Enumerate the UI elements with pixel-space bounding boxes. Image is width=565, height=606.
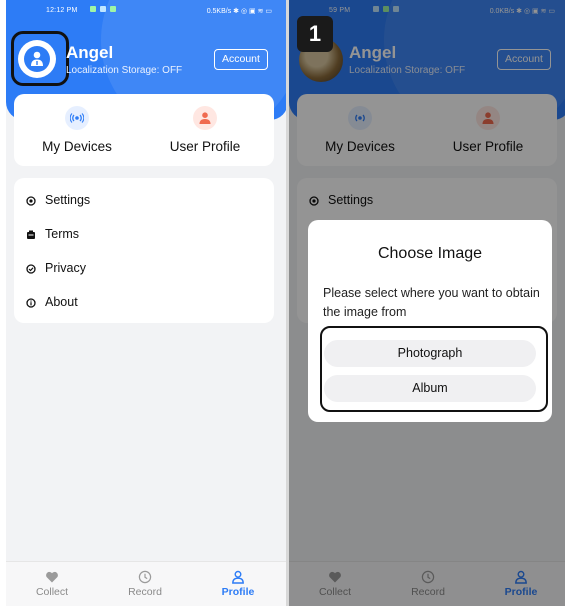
menu-item-label: Privacy xyxy=(45,261,86,275)
nav-tab-label: Profile xyxy=(221,586,255,598)
notification-icons xyxy=(90,6,120,14)
user-profile-button[interactable]: User Profile xyxy=(150,106,260,154)
clock-icon xyxy=(138,570,152,584)
storage-status: Localization Storage: OFF xyxy=(66,65,183,76)
my-devices-label: My Devices xyxy=(42,139,112,154)
step-badge: 1 xyxy=(297,16,333,52)
nav-tab-label: Collect xyxy=(35,586,69,598)
quick-actions-card: My Devices User Profile xyxy=(14,94,274,166)
choose-image-dialog: Choose Image Please select where you wan… xyxy=(308,220,552,422)
user-profile-label: User Profile xyxy=(169,139,241,154)
my-devices-button[interactable]: My Devices xyxy=(22,106,132,154)
photograph-button[interactable]: Photograph xyxy=(324,340,536,367)
user-icon xyxy=(231,570,245,584)
heart-icon xyxy=(45,570,59,584)
terms-icon xyxy=(27,230,35,239)
album-button[interactable]: Album xyxy=(324,375,536,402)
menu-item-label: Settings xyxy=(45,193,91,207)
status-bar: 12:12 PM 0.5KB/s ✱ ◎ ▣ ≋ ▭ xyxy=(6,0,288,22)
dialog-title: Choose Image xyxy=(377,245,483,262)
nav-tab-profile[interactable]: Profile xyxy=(208,570,268,598)
menu-card: Settings Terms Privacy About xyxy=(14,178,274,323)
person-icon xyxy=(193,106,217,130)
nav-tab-collect[interactable]: Collect xyxy=(22,570,82,598)
profile-screen-with-dialog: 59 PM 0.0KB/s ✱ ◎ ▣ ≋ ▭ Angel Localizati… xyxy=(289,0,565,606)
menu-item-label: About xyxy=(45,295,78,309)
menu-item-label: Terms xyxy=(45,227,80,241)
user-name: Angel xyxy=(66,43,114,62)
settings-icon xyxy=(26,196,36,206)
broadcast-icon xyxy=(65,106,89,130)
nav-tab-label: Record xyxy=(128,586,162,598)
avatar-highlight xyxy=(11,31,69,86)
profile-screen: 12:12 PM 0.5KB/s ✱ ◎ ▣ ≋ ▭ Angel Localiz… xyxy=(6,0,288,606)
status-time: 12:12 PM xyxy=(46,7,78,14)
bottom-nav: Collect Record Profile xyxy=(6,561,288,606)
account-button[interactable]: Account xyxy=(214,49,268,70)
dialog-message: Please select where you want to obtain t… xyxy=(323,286,540,319)
nav-tab-record[interactable]: Record xyxy=(115,570,175,598)
status-speed: 0.5KB/s ✱ ◎ ▣ ≋ ▭ xyxy=(206,8,272,15)
info-icon xyxy=(26,298,36,308)
privacy-icon xyxy=(26,264,36,274)
